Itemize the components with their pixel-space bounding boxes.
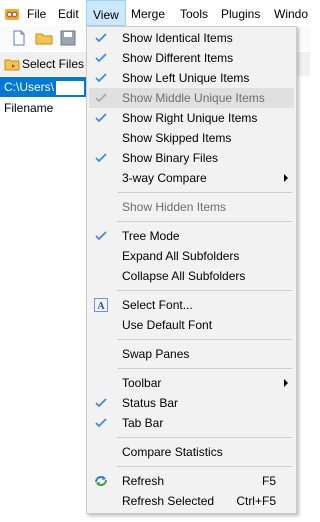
checkmark-icon (95, 153, 107, 163)
view-menu-dropdown: Show Identical Items Show Different Item… (86, 26, 297, 514)
menu-file[interactable]: File (21, 0, 52, 26)
select-font[interactable]: A Select Font... (89, 295, 294, 315)
menu-tools[interactable]: Tools (174, 0, 214, 26)
menu-item-label: Select Font... (122, 298, 193, 312)
toolbar-submenu[interactable]: Toolbar (89, 373, 294, 393)
menu-edit[interactable]: Edit (52, 0, 85, 26)
menu-item-label: Expand All Subfolders (122, 249, 240, 263)
collapse-all-subfolders[interactable]: Collapse All Subfolders (89, 266, 294, 286)
show-different-items[interactable]: Show Different Items (89, 48, 294, 68)
tab-bar-toggle[interactable]: Tab Bar (89, 413, 294, 433)
menu-item-label: Show Left Unique Items (122, 71, 250, 85)
show-left-unique-items[interactable]: Show Left Unique Items (89, 68, 294, 88)
menu-item-label: Compare Statistics (122, 445, 223, 459)
menu-bar: File Edit View Merge Tools Plugins Windo (0, 0, 310, 27)
refresh-icon (95, 476, 107, 486)
show-skipped-items[interactable]: Show Skipped Items (89, 128, 294, 148)
show-hidden-items[interactable]: Show Hidden Items (89, 197, 294, 217)
status-bar-toggle[interactable]: Status Bar (89, 393, 294, 413)
tree-mode[interactable]: Tree Mode (89, 226, 294, 246)
checkmark-icon (95, 53, 107, 63)
open-folder-icon[interactable] (35, 29, 53, 47)
menu-view[interactable]: View (86, 0, 126, 26)
submenu-arrow-icon (284, 174, 288, 182)
expand-all-subfolders[interactable]: Expand All Subfolders (89, 246, 294, 266)
menu-item-label: Collapse All Subfolders (122, 269, 246, 283)
swap-panes[interactable]: Swap Panes (89, 344, 294, 364)
menu-item-label: Show Middle Unique Items (122, 91, 265, 105)
menu-item-label: Show Different Items (122, 51, 234, 65)
use-default-font[interactable]: Use Default Font (89, 315, 294, 335)
show-binary-files[interactable]: Show Binary Files (89, 148, 294, 168)
menu-separator (117, 339, 292, 340)
path-text: C:\Users\ (4, 80, 55, 94)
font-icon: A (94, 298, 108, 312)
menu-merge[interactable]: Merge (125, 0, 171, 26)
submenu-arrow-icon (284, 379, 288, 387)
checkmark-icon (95, 398, 107, 408)
checkmark-icon (95, 113, 107, 123)
menu-separator (117, 437, 292, 438)
menu-item-label: Refresh Selected (122, 494, 215, 508)
new-file-icon[interactable] (10, 29, 28, 47)
checkmark-icon (95, 231, 107, 241)
path-field[interactable]: C:\Users\ (0, 77, 100, 97)
menu-item-label: Refresh (122, 474, 165, 488)
folder-compare-icon (4, 59, 20, 71)
show-middle-unique-items[interactable]: Show Middle Unique Items (89, 88, 294, 108)
menu-item-label: Toolbar (122, 376, 162, 390)
svg-text:A: A (97, 301, 105, 312)
checkmark-icon (95, 73, 107, 83)
menu-item-label: Show Identical Items (122, 31, 233, 45)
shortcut-label: Ctrl+F5 (236, 494, 276, 508)
menu-item-label: Show Hidden Items (122, 200, 227, 214)
menu-item-label: Tab Bar (122, 416, 164, 430)
refresh[interactable]: Refresh F5 (89, 471, 294, 491)
checkmark-icon (95, 418, 107, 428)
menu-separator (117, 192, 292, 193)
menu-item-label: 3-way Compare (122, 171, 207, 185)
filename-column-header[interactable]: Filename (4, 101, 53, 115)
menu-item-label: Show Right Unique Items (122, 111, 258, 125)
menu-separator (117, 466, 292, 467)
save-icon[interactable] (59, 29, 77, 47)
menu-item-label: Use Default Font (122, 318, 213, 332)
checkmark-icon (95, 33, 107, 43)
redacted-username (56, 80, 85, 95)
menu-item-label: Show Skipped Items (122, 131, 232, 145)
menu-separator (117, 368, 292, 369)
menu-item-label: Swap Panes (122, 347, 190, 361)
show-identical-items[interactable]: Show Identical Items (89, 28, 294, 48)
menu-window[interactable]: Windo (268, 0, 314, 26)
menu-item-label: Show Binary Files (122, 151, 219, 165)
menu-separator (117, 290, 292, 291)
checkmark-icon (95, 93, 107, 103)
show-right-unique-items[interactable]: Show Right Unique Items (89, 108, 294, 128)
compare-statistics[interactable]: Compare Statistics (89, 442, 294, 462)
three-way-compare[interactable]: 3-way Compare (89, 168, 294, 188)
menu-item-label: Tree Mode (122, 229, 180, 243)
refresh-selected[interactable]: Refresh Selected Ctrl+F5 (89, 491, 294, 511)
menu-plugins[interactable]: Plugins (215, 0, 266, 26)
app-logo-icon (5, 9, 19, 20)
menu-item-label: Status Bar (122, 396, 179, 410)
shortcut-label: F5 (261, 474, 276, 488)
menu-separator (117, 221, 292, 222)
